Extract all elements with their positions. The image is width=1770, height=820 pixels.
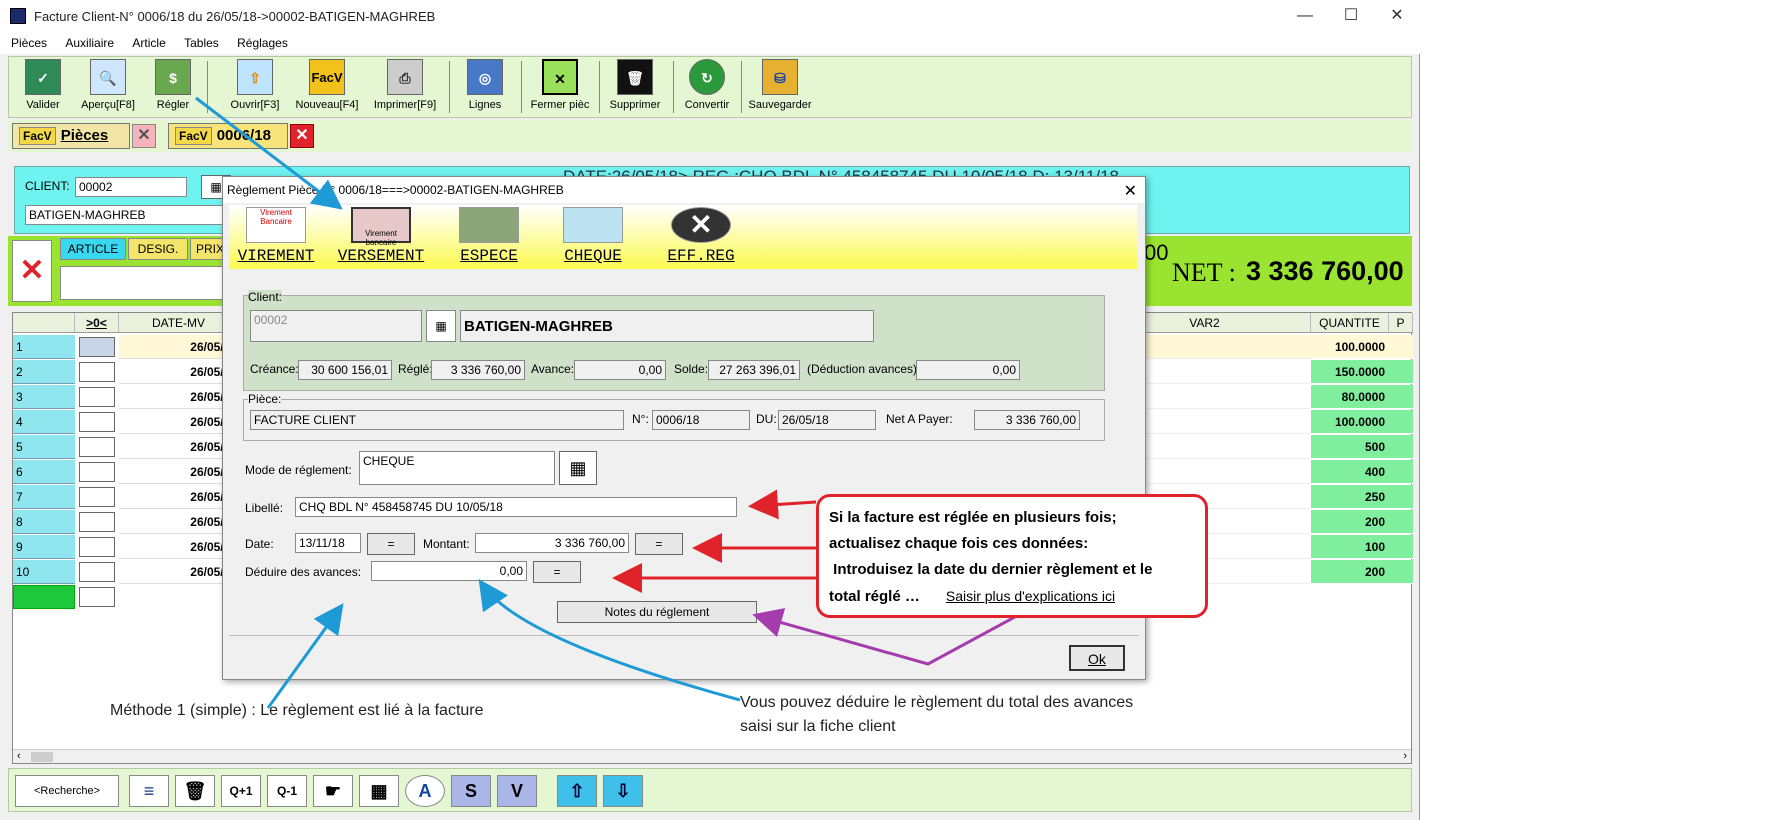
- deduct-annotation-line-1: Vous pouvez déduire le règlement du tota…: [740, 694, 1134, 711]
- explanation-link[interactable]: Saisir plus d'explications ici: [946, 588, 1115, 604]
- callout-line-3: Introduisez la date du dernier règlement…: [829, 561, 1153, 578]
- deduct-annotation-line-2: saisi sur la fiche client: [740, 718, 896, 735]
- method-annotation: Méthode 1 (simple) : Le règlement est li…: [110, 702, 484, 719]
- arrow-method: [266, 603, 344, 709]
- arrow-deduct: [478, 579, 741, 702]
- callout-line-1: Si la facture est réglée en plusieurs fo…: [829, 509, 1117, 526]
- callout-line-4: total réglé …: [829, 588, 920, 605]
- arrow-regler: [195, 96, 343, 210]
- instruction-callout: Si la facture est réglée en plusieurs fo…: [816, 494, 1208, 618]
- arrow-libelle: [748, 489, 817, 520]
- callout-line-2: actualisez chaque fois ces données:: [829, 535, 1089, 552]
- arrow-notes: [752, 608, 1025, 666]
